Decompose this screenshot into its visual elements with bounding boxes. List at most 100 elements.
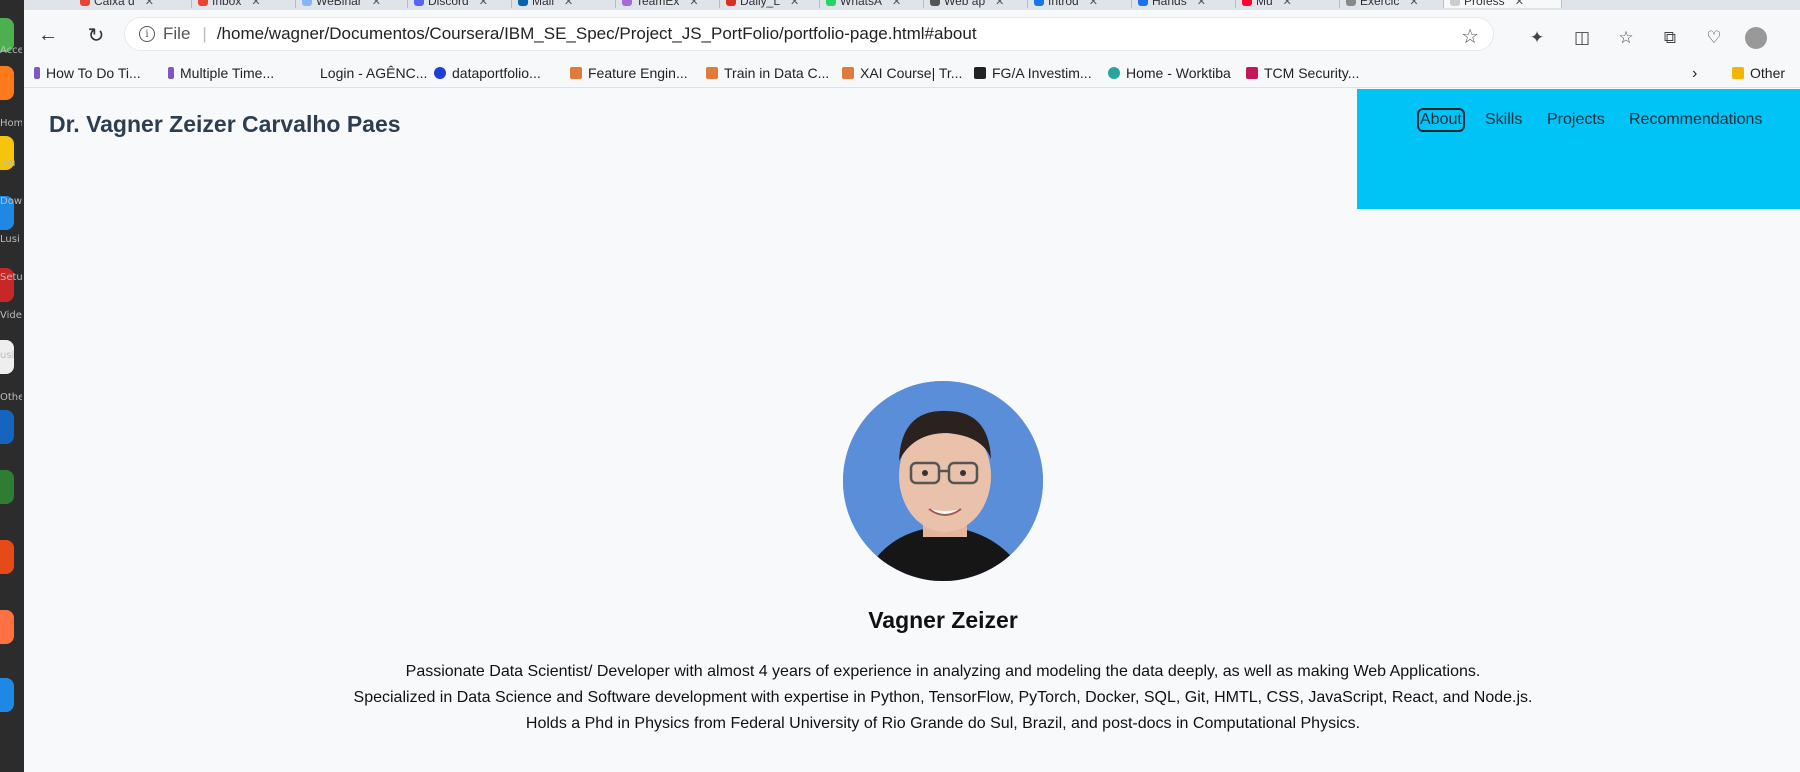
browser-window: Caixa d ✕ Inbox ✕ WeBinar ✕ Discord ✕ Mail ✕ …	[24, 0, 1800, 772]
bookmark[interactable]: FG/A Investim...	[974, 65, 1092, 81]
close-icon[interactable]: ✕	[995, 0, 1004, 8]
bookmark[interactable]: Train in Data C...	[706, 65, 829, 81]
close-icon[interactable]: ✕	[1409, 0, 1418, 8]
dock-app-icon[interactable]	[0, 678, 14, 712]
close-icon[interactable]: ✕	[689, 0, 698, 8]
extensions-icon[interactable]: ✦	[1526, 27, 1548, 49]
bookmark-label: Multiple Time...	[180, 65, 275, 81]
tab[interactable]: Mu ✕	[1236, 0, 1340, 8]
tab[interactable]: Web ap ✕	[924, 0, 1028, 8]
close-icon[interactable]: ✕	[1197, 0, 1206, 8]
url-separator: |	[202, 24, 207, 43]
bookmark-label: TCM Security...	[1264, 65, 1360, 81]
nav-about[interactable]: About	[1417, 108, 1465, 132]
tab[interactable]: Discord ✕	[408, 0, 512, 8]
discord-icon	[414, 0, 424, 6]
reload-icon[interactable]: ↻	[78, 17, 114, 53]
dock-app-icon[interactable]	[0, 410, 14, 444]
back-icon[interactable]: ←	[30, 17, 66, 53]
youtube-icon	[1242, 0, 1252, 6]
tab[interactable]: Exercic ✕	[1340, 0, 1444, 8]
bookmark[interactable]: dataportfolio...	[434, 65, 541, 81]
close-icon[interactable]: ✕	[1283, 0, 1292, 8]
close-icon[interactable]: ✕	[479, 0, 488, 8]
close-icon[interactable]: ✕	[790, 0, 799, 8]
star-icon[interactable]: ☆	[1461, 24, 1479, 49]
whatsapp-icon	[826, 0, 836, 6]
tab[interactable]: Hands ✕	[1132, 0, 1236, 8]
close-icon[interactable]: ✕	[1515, 0, 1524, 8]
dock-label: Vide	[0, 310, 22, 321]
profile-icon[interactable]	[1745, 27, 1767, 49]
close-icon[interactable]: ✕	[251, 0, 260, 8]
bookmark-label: XAI Course| Tr...	[860, 65, 963, 81]
close-icon[interactable]: ✕	[145, 0, 154, 8]
bookmarks-more-icon[interactable]: ›	[1692, 65, 1697, 83]
dock-app-icon[interactable]	[0, 540, 14, 574]
bookmark[interactable]: Multiple Time...	[168, 65, 274, 81]
close-icon[interactable]: ✕	[892, 0, 901, 8]
tab[interactable]: Daily_L ✕	[720, 0, 820, 8]
bookmark[interactable]: Feature Engin...	[570, 65, 688, 81]
tab-label: Profess	[1464, 0, 1505, 8]
tab-active[interactable]: Profess ✕	[1444, 0, 1562, 8]
browser-toolbar: ← ↻ i File | /home/wagner/Documentos/Cou…	[24, 10, 1800, 60]
page-icon	[1034, 0, 1044, 6]
url-text: /home/wagner/Documentos/Coursera/IBM_SE_…	[216, 24, 977, 43]
tab[interactable]: Introd ✕	[1028, 0, 1132, 8]
bookmark[interactable]: XAI Course| Tr...	[842, 65, 962, 81]
url-scheme: File	[163, 24, 191, 43]
nav-recommendations[interactable]: Recommendations	[1629, 111, 1762, 129]
tab-strip: Caixa d ✕ Inbox ✕ WeBinar ✕ Discord ✕ Mail ✕ …	[24, 0, 1800, 10]
bookmark-label: Other	[1750, 65, 1786, 81]
tab-label: Mu	[1256, 0, 1273, 8]
profile-name: Vagner Zeizer	[868, 607, 1018, 633]
favorites-icon[interactable]: ☆	[1615, 27, 1637, 49]
site-nav: About Skills Projects Recommendations	[1357, 89, 1800, 209]
firefox-icon[interactable]	[0, 66, 14, 100]
dock-label: usi	[0, 350, 15, 361]
site-title: Dr. Vagner Zeizer Carvalho Paes	[49, 111, 401, 137]
bio-line: Holds a Phd in Physics from Federal Univ…	[525, 715, 1361, 732]
bookmark-icon	[842, 67, 854, 79]
other-bookmarks[interactable]: Other	[1732, 65, 1785, 81]
tab[interactable]: WhatsA ✕	[820, 0, 924, 8]
close-icon[interactable]: ✕	[1089, 0, 1098, 8]
tab-label: WeBinar	[316, 0, 362, 8]
gmail-icon	[198, 0, 208, 6]
bio-line: Specialized in Data Science and Software…	[353, 689, 1533, 706]
avatar	[843, 381, 1043, 581]
bookmark[interactable]: How To Do Ti...	[34, 65, 141, 81]
dock-label: Dow	[0, 196, 22, 207]
bookmarks-bar: How To Do Ti... Multiple Time... Login -…	[24, 60, 1800, 88]
outlook-icon	[518, 0, 528, 6]
gmail-icon	[80, 0, 90, 6]
tab[interactable]: Mail ✕	[512, 0, 616, 8]
bookmark-label: Train in Data C...	[724, 65, 830, 81]
nav-projects[interactable]: Projects	[1547, 111, 1605, 129]
tab[interactable]: Caixa d ✕	[74, 0, 192, 8]
collections-icon[interactable]: ⧉	[1659, 27, 1681, 49]
close-icon[interactable]: ✕	[564, 0, 573, 8]
bookmark[interactable]: TCM Security...	[1246, 65, 1359, 81]
tab[interactable]: TeamEx ✕	[616, 0, 720, 8]
tab[interactable]: Inbox ✕	[192, 0, 296, 8]
dock-label: Acce	[0, 45, 22, 56]
close-icon[interactable]: ✕	[372, 0, 381, 8]
address-bar[interactable]: i File | /home/wagner/Documentos/Courser…	[124, 17, 1494, 51]
split-screen-icon[interactable]: ◫	[1571, 27, 1593, 49]
bookmark[interactable]: Login - AGÊNC...	[320, 65, 427, 81]
info-icon[interactable]: i	[139, 26, 155, 42]
browser-essentials-icon[interactable]: ♡	[1703, 27, 1725, 49]
tab-label: Inbox	[212, 0, 242, 8]
bookmark-label: FG/A Investim...	[992, 65, 1092, 81]
dock-app-icon[interactable]	[0, 610, 14, 644]
dock-app-icon[interactable]	[0, 470, 14, 504]
bio-line: Passionate Data Scientist/ Developer wit…	[405, 663, 1481, 680]
tab-label: Caixa d	[94, 0, 135, 8]
profile-photo	[843, 381, 1043, 581]
bookmark[interactable]: Home - Worktiba	[1108, 65, 1231, 81]
bookmark-label: Login - AGÊNC...	[320, 65, 428, 81]
nav-skills[interactable]: Skills	[1485, 111, 1522, 129]
tab[interactable]: WeBinar ✕	[296, 0, 408, 8]
